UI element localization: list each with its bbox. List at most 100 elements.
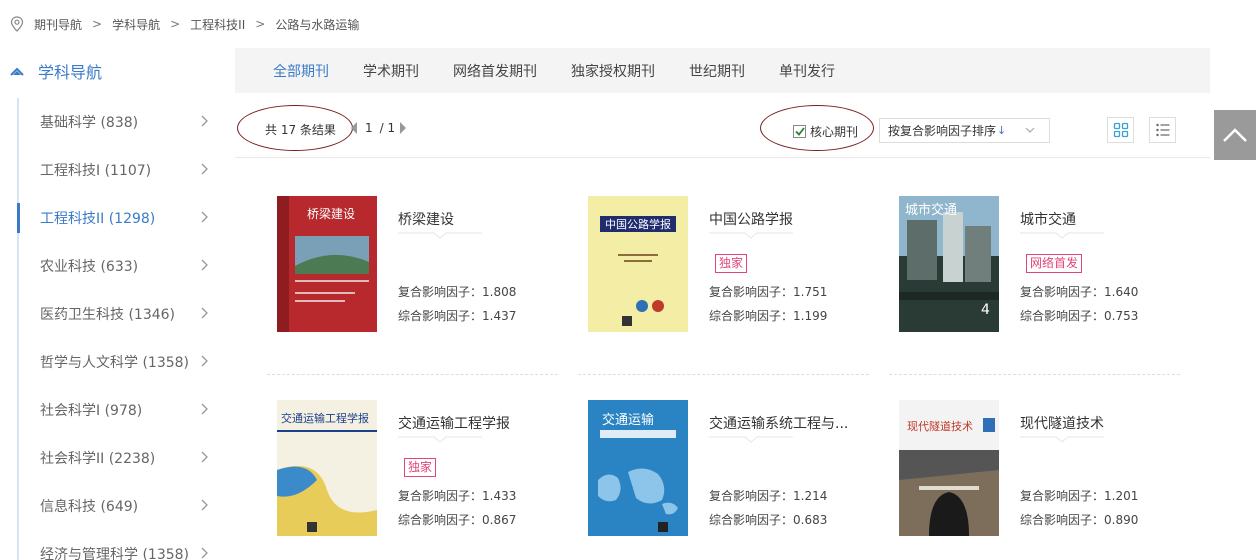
cover-title-text: 桥梁建设 [307, 206, 355, 221]
journal-card[interactable]: 桥梁建设 桥梁建设 复合影响因子：1.808 综合影响因子：1.437 [267, 196, 557, 336]
chevron-right-icon [201, 115, 208, 127]
sidebar-item-label: 哲学与人文科学 (1358) [40, 355, 190, 371]
journal-cover[interactable]: 4 城市交通 [899, 196, 999, 332]
composite-impact-factor: 复合影响因子：1.433 [398, 489, 517, 503]
sidebar-item-agriculture[interactable]: 农业科技 (633) [19, 242, 222, 290]
journal-card[interactable]: 交通运输 交通运输系统工程与... 复合影响因子：1.214 综合影响因子：0.… [578, 400, 868, 540]
sidebar-item-philosophy[interactable]: 哲学与人文科学 (1358) [19, 338, 222, 386]
journal-cover[interactable]: 交通运输工程学报 [277, 400, 377, 536]
chevron-right-icon [201, 403, 208, 415]
comprehensive-impact-factor: 综合影响因子：0.890 [1020, 513, 1139, 527]
title-underline-decoration [1020, 232, 1104, 239]
breadcrumb-separator: > [170, 17, 181, 31]
chevron-up-icon [10, 67, 24, 76]
cover-title-text: 现代隧道技术 [907, 419, 973, 433]
breadcrumb: 期刊导航 > 学科导航 > 工程科技II > 公路与水路运输 [10, 14, 359, 34]
svg-text:4: 4 [981, 302, 990, 318]
cover-title-text: 交通运输工程学报 [281, 411, 369, 425]
row-divider [267, 374, 558, 375]
breadcrumb-separator: > [255, 17, 266, 31]
tab-all-journals[interactable]: 全部期刊 [273, 61, 329, 81]
journal-cover[interactable]: 桥梁建设 [277, 196, 377, 332]
journal-title[interactable]: 桥梁建设 [398, 209, 548, 229]
breadcrumb-engineering-2[interactable]: 工程科技II [190, 16, 245, 33]
tab-online-first[interactable]: 网络首发期刊 [453, 61, 537, 81]
composite-impact-factor: 复合影响因子：1.751 [709, 285, 828, 299]
journal-card[interactable]: 中国公路学报 中国公路学报 独家 复合影响因子：1.751 综合影响因子：1.1… [578, 196, 868, 336]
composite-impact-factor: 复合影响因子：1.808 [398, 285, 517, 299]
journal-cover[interactable]: 现代隧道技术 [899, 400, 999, 536]
journal-card[interactable]: 4 城市交通 城市交通 网络首发 复合影响因子：1.640 综合影响因子：0.7… [889, 196, 1179, 336]
sidebar-list: 基础科学 (838) 工程科技I (1107) 工程科技II (1298) 农业… [17, 98, 222, 560]
sidebar-item-engineering-2[interactable]: 工程科技II (1298) [17, 194, 222, 242]
sidebar-item-label: 农业科技 (633) [40, 259, 139, 275]
exclusive-badge: 独家 [404, 458, 437, 477]
chevron-up-icon [1223, 128, 1247, 142]
sidebar-item-social-science-2[interactable]: 社会科学II (2238) [19, 434, 222, 482]
chevron-right-icon [201, 307, 208, 319]
cover-title-text: 交通运输 [602, 412, 654, 428]
row-divider [578, 374, 869, 375]
cover-title-text: 城市交通 [905, 202, 957, 218]
checkmark-icon [794, 127, 805, 136]
chevron-right-icon [201, 547, 208, 559]
chevron-down-icon [1025, 127, 1035, 133]
list-view-button[interactable] [1149, 117, 1176, 143]
sidebar-item-label: 医药卫生科技 (1346) [40, 307, 176, 323]
sort-select[interactable]: 按复合影响因子排序 ↓ [879, 118, 1050, 143]
journal-title[interactable]: 现代隧道技术 [1020, 413, 1170, 433]
chevron-right-icon [201, 211, 208, 223]
journal-card[interactable]: 现代隧道技术 现代隧道技术 复合影响因子：1.201 综合影响因子：0.890 [889, 400, 1179, 540]
chevron-right-icon [201, 451, 208, 463]
journal-card[interactable]: 交通运输工程学报 交通运输工程学报 独家 复合影响因子：1.433 综合影响因子… [267, 400, 557, 540]
journal-title[interactable]: 交通运输工程学报 [398, 413, 548, 433]
sidebar-item-medicine[interactable]: 医药卫生科技 (1346) [19, 290, 222, 338]
sidebar-item-basic-science[interactable]: 基础科学 (838) [19, 98, 222, 146]
result-count: 共 17 条结果 [265, 123, 336, 137]
tab-academic-journals[interactable]: 学术期刊 [363, 61, 419, 81]
sidebar-item-information-tech[interactable]: 信息科技 (649) [19, 482, 222, 530]
chevron-right-icon [201, 163, 208, 175]
comprehensive-impact-factor: 综合影响因子：1.437 [398, 309, 517, 323]
list-view-icon [1155, 123, 1169, 137]
journal-title[interactable]: 城市交通 [1020, 209, 1170, 229]
core-journal-checkbox[interactable] [793, 125, 806, 138]
sidebar-header[interactable]: 学科导航 [10, 58, 102, 84]
core-journal-filter[interactable]: 核心期刊 [793, 123, 858, 140]
composite-impact-factor: 复合影响因子：1.214 [709, 489, 828, 503]
sidebar-item-economics[interactable]: 经济与管理科学 (1358) [19, 530, 222, 560]
sidebar-item-engineering-1[interactable]: 工程科技I (1107) [19, 146, 222, 194]
sort-direction-arrow: ↓ [997, 124, 1007, 137]
grid-view-button[interactable] [1107, 117, 1134, 143]
tab-single-issue[interactable]: 单刊发行 [779, 61, 835, 81]
prev-page-icon[interactable] [351, 122, 358, 134]
sidebar-title: 学科导航 [38, 63, 103, 82]
title-underline-decoration [709, 232, 793, 239]
title-underline-decoration [398, 232, 482, 239]
sort-label: 按复合影响因子排序 [888, 124, 997, 138]
journal-cover[interactable]: 中国公路学报 [588, 196, 688, 332]
next-page-icon[interactable] [399, 122, 407, 134]
page-current: 1 [365, 121, 373, 135]
comprehensive-impact-factor: 综合影响因子：1.199 [709, 309, 828, 323]
sidebar-item-label: 经济与管理科学 (1358) [40, 547, 190, 560]
back-to-top-button[interactable] [1214, 110, 1256, 160]
breadcrumb-journal-nav[interactable]: 期刊导航 [34, 16, 82, 33]
journal-title[interactable]: 中国公路学报 [709, 209, 859, 229]
location-pin-icon [10, 16, 24, 32]
journal-title[interactable]: 交通运输系统工程与... [709, 413, 859, 433]
tab-exclusive[interactable]: 独家授权期刊 [571, 61, 655, 81]
page-total: / 1 [379, 121, 396, 135]
sidebar-item-label: 基础科学 (838) [40, 115, 139, 131]
breadcrumb-subject-nav[interactable]: 学科导航 [112, 16, 160, 33]
grid-view-icon [1113, 122, 1128, 138]
cover-title-text: 中国公路学报 [605, 217, 671, 231]
chevron-right-icon [201, 499, 208, 511]
journal-cover[interactable]: 交通运输 [588, 400, 688, 536]
row-divider [889, 374, 1180, 375]
tab-century-journals[interactable]: 世纪期刊 [689, 61, 745, 81]
sidebar-item-social-science-1[interactable]: 社会科学I (978) [19, 386, 222, 434]
sidebar-item-label: 工程科技II (1298) [40, 211, 156, 227]
comprehensive-impact-factor: 综合影响因子：0.867 [398, 513, 517, 527]
breadcrumb-separator: > [92, 17, 103, 31]
